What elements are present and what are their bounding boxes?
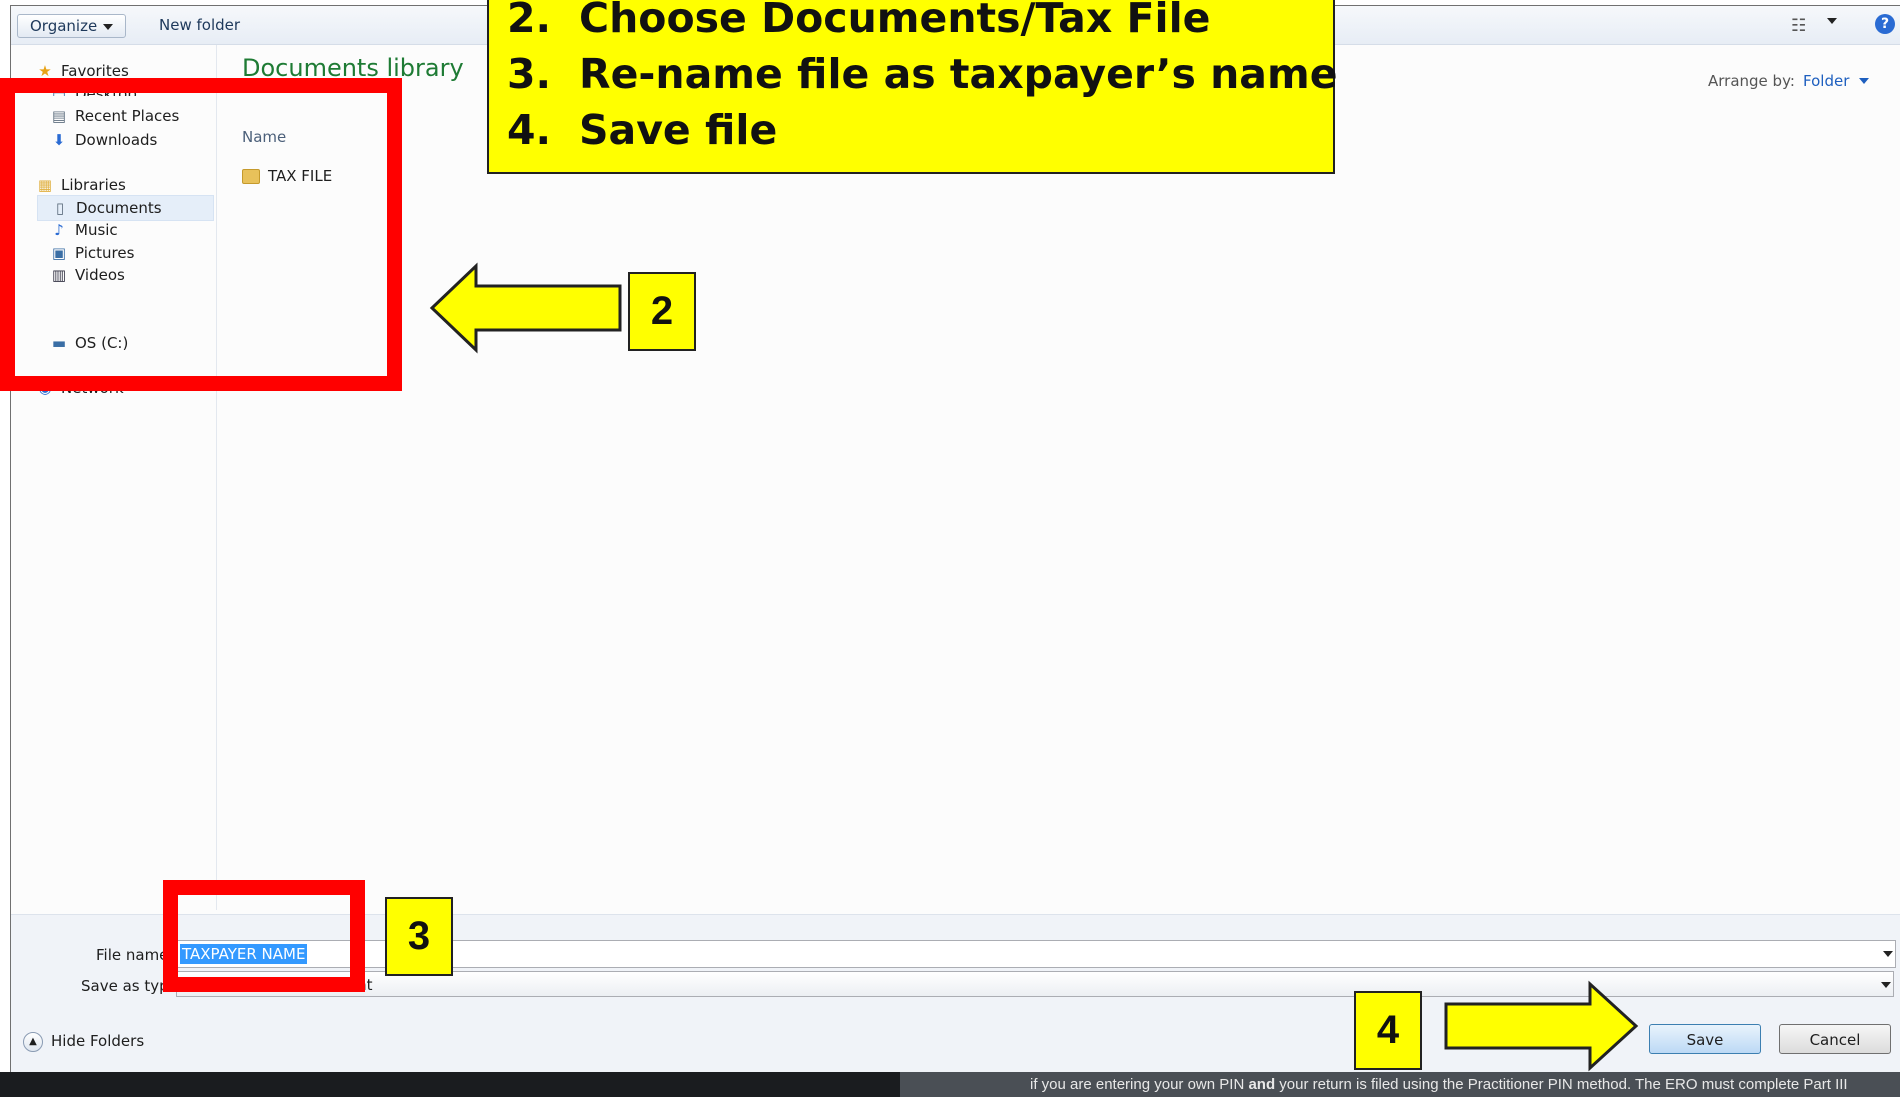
arrange-by-dropdown[interactable]: Folder <box>1803 72 1849 90</box>
chevron-down-icon <box>103 23 114 30</box>
marker-4: 4 <box>1354 991 1422 1070</box>
highlight-box-navigation <box>0 78 402 391</box>
background-document-text: if you are entering your own PIN and you… <box>1030 1076 1848 1093</box>
view-options-icon[interactable]: ☷ <box>1791 16 1806 36</box>
new-folder-button[interactable]: New folder <box>151 14 248 36</box>
organize-label: Organize <box>30 17 98 35</box>
step-2-text: Choose Documents/Tax File <box>579 0 1211 42</box>
arrange-by-label: Arrange by: <box>1708 72 1795 90</box>
background-dark-strip <box>0 1072 900 1097</box>
hide-folders-button[interactable]: ▲ Hide Folders <box>23 1029 144 1053</box>
marker-2: 2 <box>628 272 696 351</box>
arrange-chevron-down-icon[interactable] <box>1859 78 1869 84</box>
footer-text-bold: and <box>1248 1076 1276 1093</box>
arrow-right-icon <box>1444 980 1639 1072</box>
step-4-number: 4. <box>507 106 552 154</box>
instruction-step-4: 4. Save file <box>507 104 777 156</box>
instruction-step-3: 3. Re-name file as taxpayer’s name <box>507 48 1338 100</box>
organize-button[interactable]: Organize <box>17 14 127 38</box>
step-4-text: Save file <box>579 106 778 154</box>
arrow-left-icon <box>429 262 622 354</box>
save-type-chevron-down-icon <box>1881 982 1891 988</box>
file-name-chevron-down-icon[interactable] <box>1883 951 1893 957</box>
hide-folders-label: Hide Folders <box>51 1032 145 1050</box>
chevron-up-icon: ▲ <box>23 1031 43 1052</box>
footer-text-start: if you are entering your own PIN <box>1030 1076 1249 1093</box>
cancel-button[interactable]: Cancel <box>1779 1024 1891 1054</box>
marker-3: 3 <box>385 897 453 976</box>
view-chevron-down-icon[interactable] <box>1827 18 1837 24</box>
step-3-number: 3. <box>507 50 552 98</box>
highlight-box-file-name <box>163 880 365 992</box>
step-3-text: Re-name file as taxpayer’s name <box>579 50 1338 98</box>
instructions-callout: 2. Choose Documents/Tax File 3. Re-name fi… <box>487 0 1338 174</box>
file-name-label: File name: <box>96 946 174 964</box>
instruction-step-2: 2. Choose Documents/Tax File <box>507 0 1210 44</box>
footer-text-end: your return is filed using the Practitio… <box>1275 1076 1848 1093</box>
help-icon[interactable]: ? <box>1875 14 1895 34</box>
step-2-number: 2. <box>507 0 552 42</box>
save-button[interactable]: Save <box>1649 1024 1761 1054</box>
